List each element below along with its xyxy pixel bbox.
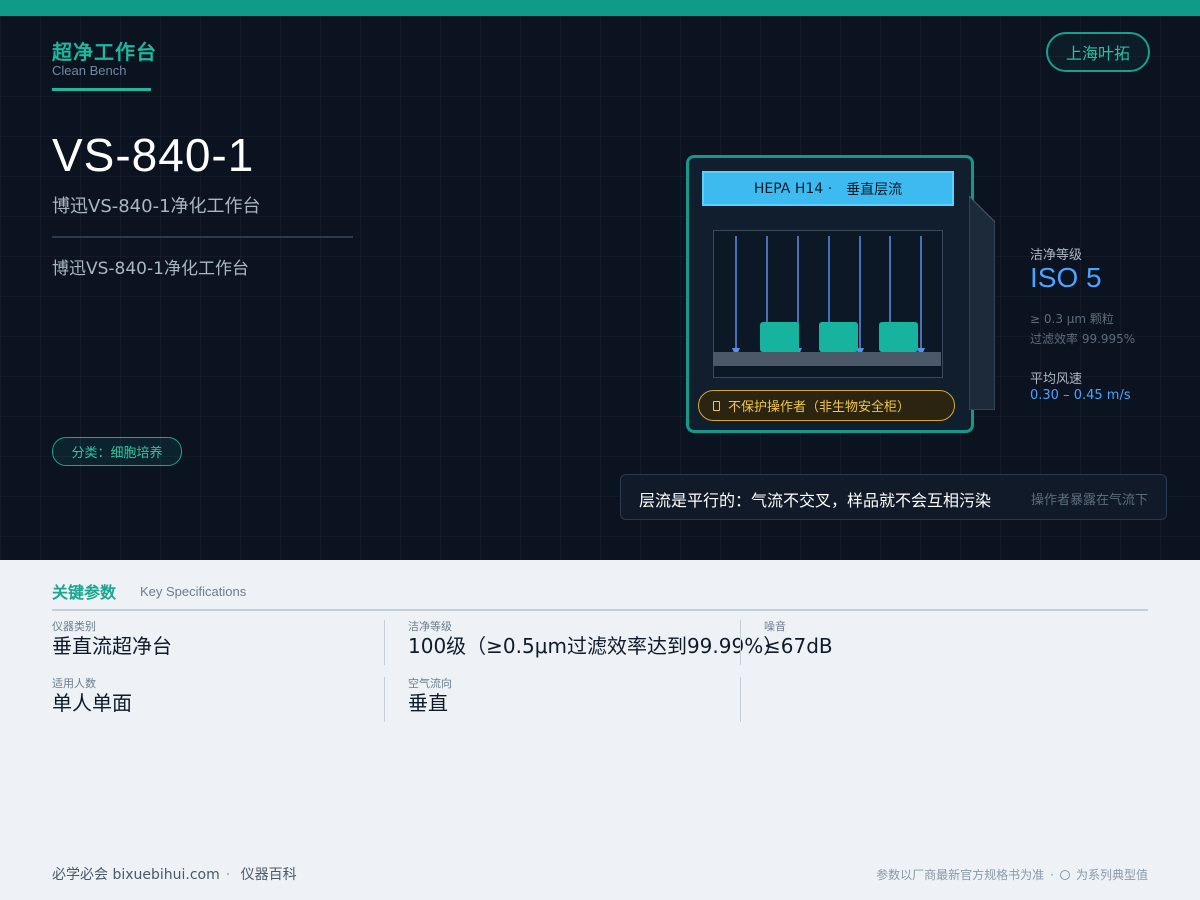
spec-value: ≤67dB <box>764 634 833 658</box>
operator-warning: 不保护操作者（非生物安全柜） <box>698 390 955 421</box>
category-tag[interactable]: 分类：细胞培养 <box>52 437 182 466</box>
category-title-en: Clean Bench <box>52 63 127 78</box>
brand-badge[interactable]: 上海叶拓 <box>1046 32 1150 72</box>
footer-note: 参数以厂商最新官方规格书为准 <box>876 868 1045 882</box>
cleanliness-label: 洁净等级 <box>1030 248 1083 263</box>
model-title: VS-840-1 <box>52 129 255 181</box>
spec-label: 仪器类别 <box>52 620 96 633</box>
hepa-filter: HEPA H14 · 垂直层流 <box>702 171 954 206</box>
spec-value: 单人单面 <box>52 691 132 715</box>
spec-separator <box>740 677 741 722</box>
hero-divider <box>52 236 353 238</box>
footer-dot: · <box>1050 867 1054 882</box>
specs-divider <box>52 609 1148 611</box>
product-description: 博迅VS-840-1净化工作台 <box>52 259 249 279</box>
category-underline <box>52 88 151 91</box>
spec-item-noise: 噪音 ≤67dB <box>764 620 833 659</box>
efficiency-note: 过滤效率 99.995% <box>1030 332 1136 346</box>
spec-item-category: 仪器类别 垂直流超净台 <box>52 620 172 659</box>
sample-block <box>879 322 918 352</box>
section-link[interactable]: 仪器百科 <box>241 867 297 883</box>
circle-icon <box>1059 869 1070 880</box>
spec-label: 噪音 <box>764 620 786 633</box>
top-accent-bar <box>0 0 1200 16</box>
spec-item-cleanliness: 洁净等级 100级（≥0.5μm过滤效率达到99.99%） <box>408 620 783 659</box>
spec-separator <box>384 620 385 665</box>
hepa-label: HEPA H14 · <box>753 180 833 197</box>
caption-main: 层流是平行的：气流不交叉，样品就不会互相污染 <box>639 491 992 510</box>
cabinet-side-panel <box>969 196 995 410</box>
phone-warning-icon <box>713 400 720 411</box>
work-surface <box>713 352 941 366</box>
spec-value: 100级（≥0.5μm过滤效率达到99.99%） <box>408 634 784 658</box>
sample-block <box>760 322 799 352</box>
category-title: 超净工作台 <box>52 40 157 64</box>
site-link[interactable]: 必学必会 bixuebihui.com <box>52 867 220 883</box>
footer-legend: 为系列典型值 <box>1075 868 1148 882</box>
iso-class-value: ISO 5 <box>1030 262 1102 293</box>
specs-title-en: Key Specifications <box>140 584 247 599</box>
footer-dot: · <box>225 867 231 883</box>
specs-title: 关键参数 <box>52 583 117 602</box>
spec-label: 空气流向 <box>408 677 452 690</box>
particle-note: ≥ 0.3 μm 颗粒 <box>1030 312 1114 326</box>
product-subtitle: 博迅VS-840-1净化工作台 <box>52 196 261 217</box>
caption-sub: 操作者暴露在气流下 <box>1030 493 1148 508</box>
footer-left: 必学必会 bixuebihui.com · 仪器百科 <box>52 864 297 884</box>
spec-label: 洁净等级 <box>408 620 452 633</box>
spec-item-airflow: 空气流向 垂直 <box>408 677 452 716</box>
spec-value: 垂直 <box>408 691 448 715</box>
spec-value: 垂直流超净台 <box>52 634 172 658</box>
spec-separator <box>740 620 741 665</box>
caption-box: 层流是平行的：气流不交叉，样品就不会互相污染 操作者暴露在气流下 <box>620 474 1167 520</box>
footer-right: 参数以厂商最新官方规格书为准 · 为系列典型值 <box>876 866 1148 883</box>
spec-item-users: 适用人数 单人单面 <box>52 677 132 716</box>
spec-label: 适用人数 <box>52 677 96 690</box>
airspeed-label: 平均风速 <box>1030 372 1083 387</box>
spec-separator <box>384 677 385 722</box>
airspeed-value: 0.30 – 0.45 m/s <box>1030 388 1131 403</box>
flow-label: 垂直层流 <box>846 181 903 198</box>
sample-block <box>819 322 858 352</box>
warning-text: 不保护操作者（非生物安全柜） <box>728 400 911 415</box>
